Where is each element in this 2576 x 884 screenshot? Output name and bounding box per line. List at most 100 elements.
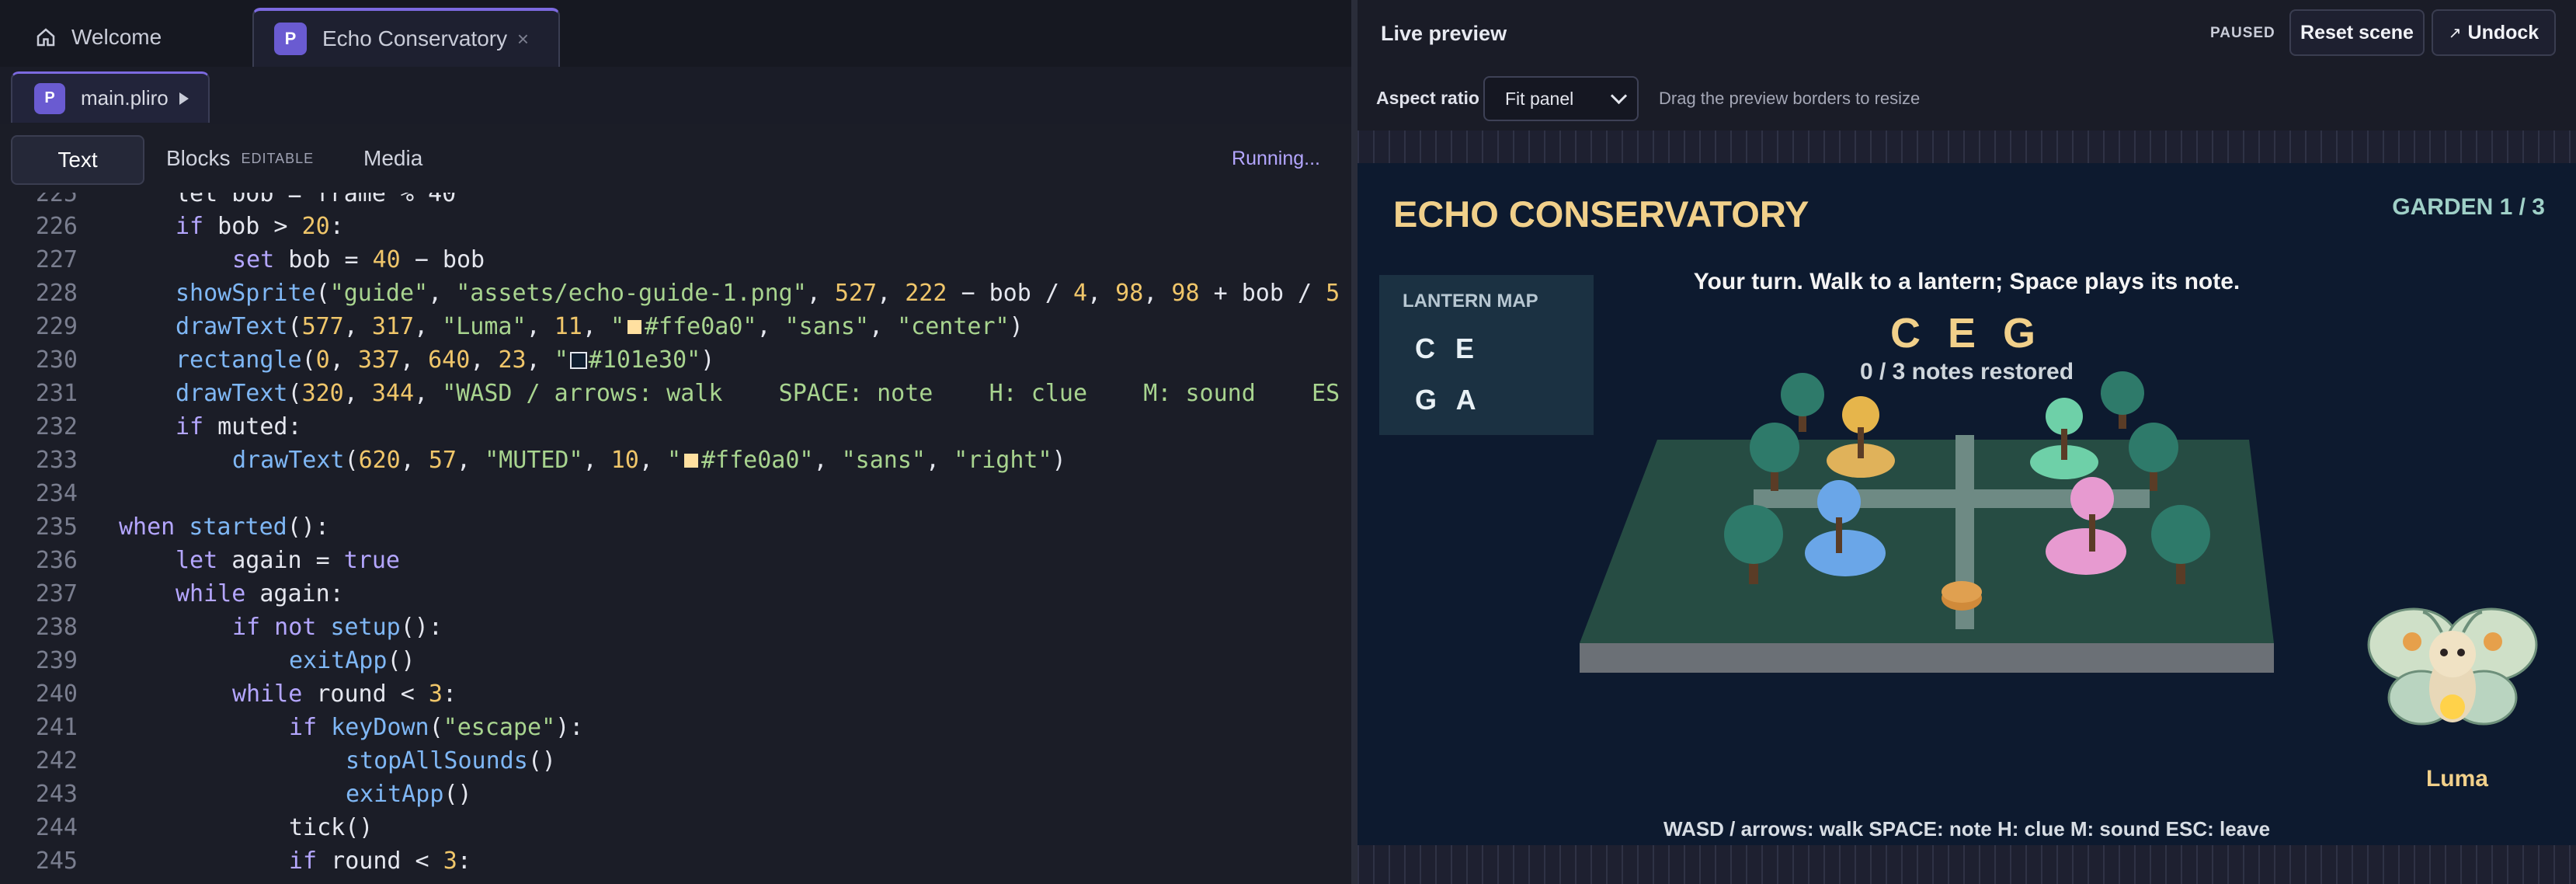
code-token: 317 [371,313,415,340]
preview-toolbar: Aspect ratio Fit panel Drag the preview … [1358,67,2576,132]
lantern-stem [1836,517,1842,553]
tree [2101,371,2144,415]
code-line: 232 if muted: [0,410,1351,444]
code-token: , [813,447,842,474]
code-token: , [1087,280,1116,307]
line-number: 226 [35,213,78,240]
code-token: , [756,313,785,340]
line-number: 225 [35,193,78,207]
code-line: 241 if keyDown("escape"): [0,711,1351,744]
code-token: , [582,313,610,340]
line-number: 234 [35,480,78,507]
file-name: main.pliro [81,86,169,110]
tab-echo-conservatory[interactable]: P Echo Conservatory × [252,8,560,67]
controls-help: WASD / arrows: walk SPACE: note H: clue … [1663,817,2271,840]
tab-welcome[interactable]: Welcome [16,8,241,67]
code-token: again: [245,580,344,607]
code-token: , [470,346,499,374]
line-number: 243 [35,781,78,808]
code-token: if [289,714,318,741]
file-tab-main[interactable]: P main.pliro [11,71,210,123]
code-line: 234 [0,477,1351,510]
code-token: − bob / [947,280,1073,307]
color-swatch[interactable] [569,352,587,369]
code-token: ( [301,346,316,374]
code-line: 225 let bob = frame % 40 [0,193,1351,211]
preview-title: Live preview [1381,22,1507,45]
code-line: 230 rectangle(0, 337, 640, 23, " #101e30") [0,343,1351,377]
code-token: stopAllSounds [346,747,528,774]
lantern-pedestal-blue [1805,530,1886,576]
aspect-ratio-select[interactable]: Fit panel [1483,76,1639,121]
code-line: 243 exitApp() [0,778,1351,811]
lantern-pink [2070,477,2114,520]
color-swatch[interactable] [683,452,700,469]
code-token: "guide" [329,280,429,307]
pane-divider[interactable] [1351,0,1358,884]
play-icon[interactable] [179,92,189,105]
code-token: () [527,747,556,774]
color-swatch[interactable] [626,318,643,336]
code-token: , [806,280,835,307]
moth-head [2429,631,2476,677]
line-number: 238 [35,614,78,641]
home-icon [37,28,55,47]
close-icon[interactable]: × [517,27,529,51]
code-token: rectangle [176,346,302,374]
code-token: drawText [232,447,345,474]
line-number: 242 [35,747,78,774]
code-token: "WASD / arrows: walk SPACE: note H: clue… [442,380,1340,407]
code-token: #ffe0a0" [645,313,757,340]
code-token: : [442,680,457,708]
code-token: ) [1009,313,1024,340]
code-token: drawText [176,313,288,340]
tree [1781,373,1824,416]
code-token: while [232,680,303,708]
code-token: started [189,513,287,541]
moth-eye [2457,649,2465,656]
code-token: #101e30" [588,346,701,374]
preview-header: Live preview PAUSED Reset scene ↗ Undock [1358,0,2576,68]
wing-spot [2403,632,2421,651]
code-token: + bob / [1199,280,1326,307]
code-token: , [869,313,898,340]
code-editor[interactable]: 225 let bob = frame % 40 226 if bob > 20: … [0,193,1351,884]
mode-blocks-button[interactable]: Blocks EDITABLE [166,135,314,182]
paused-status: PAUSED [2210,25,2275,41]
preview-border-bottom[interactable] [1358,845,2576,884]
line-number: 227 [35,246,78,273]
line-number: 228 [35,280,78,307]
mode-media-button[interactable]: Media [363,135,422,182]
mode-text-button[interactable]: Text [11,135,144,185]
code-token: ) [700,346,715,374]
code-token: , [526,313,554,340]
run-status: Running... [1232,148,1320,169]
line-number: 232 [35,413,78,440]
code-token: keyDown [331,714,429,741]
code-token: : [329,213,344,240]
undock-button[interactable]: ↗ Undock [2432,9,2556,56]
reset-scene-button[interactable]: Reset scene [2289,9,2425,56]
code-token: 320 [301,380,344,407]
code-token: " [610,313,624,340]
code-token: " [554,346,568,374]
preview-pane: Live preview PAUSED Reset scene ↗ Undock… [1358,0,2576,884]
code-token: round < [317,847,443,875]
code-token: , [926,447,954,474]
garden-wall [1580,643,2274,673]
code-line: 231 drawText(320, 344, "WASD / arrows: wa… [0,377,1351,410]
code-token: 4 [1072,280,1088,307]
preview-border-top[interactable] [1358,131,2576,163]
code-token: 98 [1171,280,1200,307]
code-token: (): [400,614,443,641]
code-token: () [387,647,415,674]
code-line: 233 drawText(620, 57, "MUTED", 10, " #ffe0… [0,444,1351,477]
code-token: , [400,447,429,474]
project-badge: P [274,23,307,55]
code-token: 620 [358,447,401,474]
code-line: 226 if bob > 20: [0,210,1351,243]
code-token: , [343,380,372,407]
code-token: 57 [428,447,457,474]
game-canvas[interactable]: ECHO CONSERVATORY GARDEN 1 / 3 LANTERN M… [1358,163,2576,845]
